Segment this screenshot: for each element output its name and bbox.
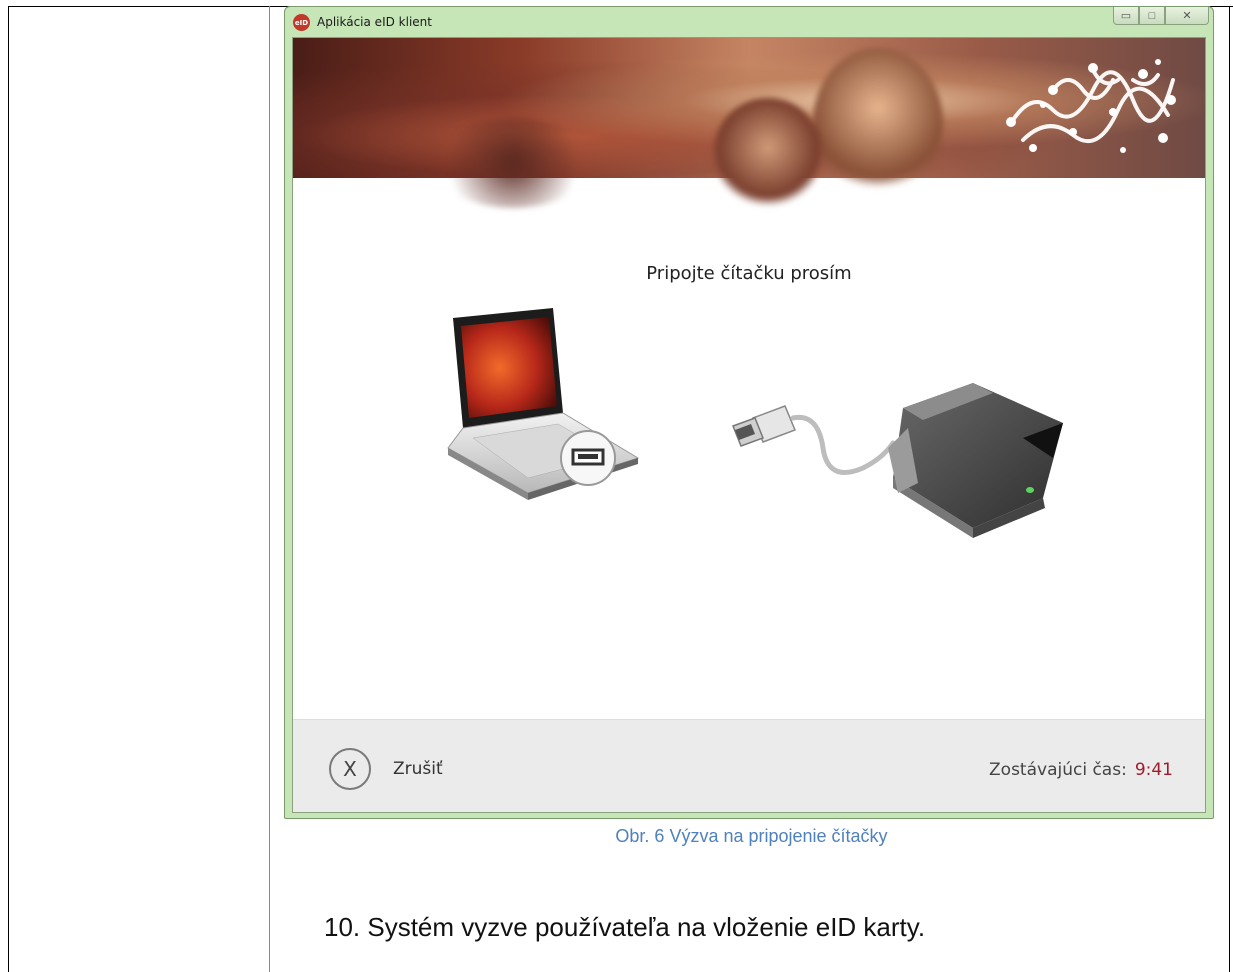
- banner-photo-person: [713, 98, 823, 208]
- connect-reader-illustration: [447, 308, 1063, 538]
- eid-client-window: eID Aplikácia eID klient ▭ □ ✕ Pripojte …: [284, 6, 1214, 819]
- usb-cable-icon: [732, 405, 896, 475]
- usb-port-icon: [560, 430, 616, 486]
- maximize-icon: □: [1148, 9, 1156, 22]
- eid-app-icon: eID: [293, 14, 310, 31]
- maximize-button[interactable]: □: [1139, 7, 1165, 25]
- window-client-area: Pripojte čítačku prosím X Zrušiť Zostáva…: [292, 37, 1206, 813]
- document-table-border-left: [8, 6, 9, 972]
- connect-reader-prompt: Pripojte čítačku prosím: [646, 263, 852, 284]
- window-title: Aplikácia eID klient: [317, 15, 432, 29]
- minimize-button[interactable]: ▭: [1113, 7, 1139, 25]
- remaining-time: Zostávajúci čas: 9:41: [989, 760, 1173, 780]
- cancel-label: Zrušiť: [393, 759, 443, 779]
- card-reader-icon: [888, 383, 1063, 538]
- remaining-time-value: 9:41: [1134, 760, 1173, 780]
- header-banner: [293, 38, 1205, 208]
- banner-photo-person: [433, 118, 593, 208]
- step-description: 10. Systém vyzve používateľa na vloženie…: [324, 912, 926, 942]
- banner-photo-person: [813, 48, 943, 198]
- window-controls: ▭ □ ✕: [1113, 7, 1209, 25]
- close-icon: ✕: [1182, 10, 1192, 22]
- swirl-logo-icon: [1006, 59, 1176, 153]
- figure-caption: Obr. 6 Výzva na pripojenie čítačky: [615, 826, 888, 846]
- cancel-x-icon: X: [329, 748, 371, 790]
- cancel-button[interactable]: X Zrušiť: [329, 748, 443, 790]
- footer-bar: X Zrušiť Zostávajúci čas: 9:41: [293, 719, 1205, 812]
- window-titlebar[interactable]: eID Aplikácia eID klient ▭ □ ✕: [285, 7, 1213, 37]
- minimize-icon: ▭: [1120, 10, 1132, 22]
- close-button[interactable]: ✕: [1165, 7, 1209, 25]
- remaining-time-label: Zostávajúci čas:: [989, 760, 1127, 780]
